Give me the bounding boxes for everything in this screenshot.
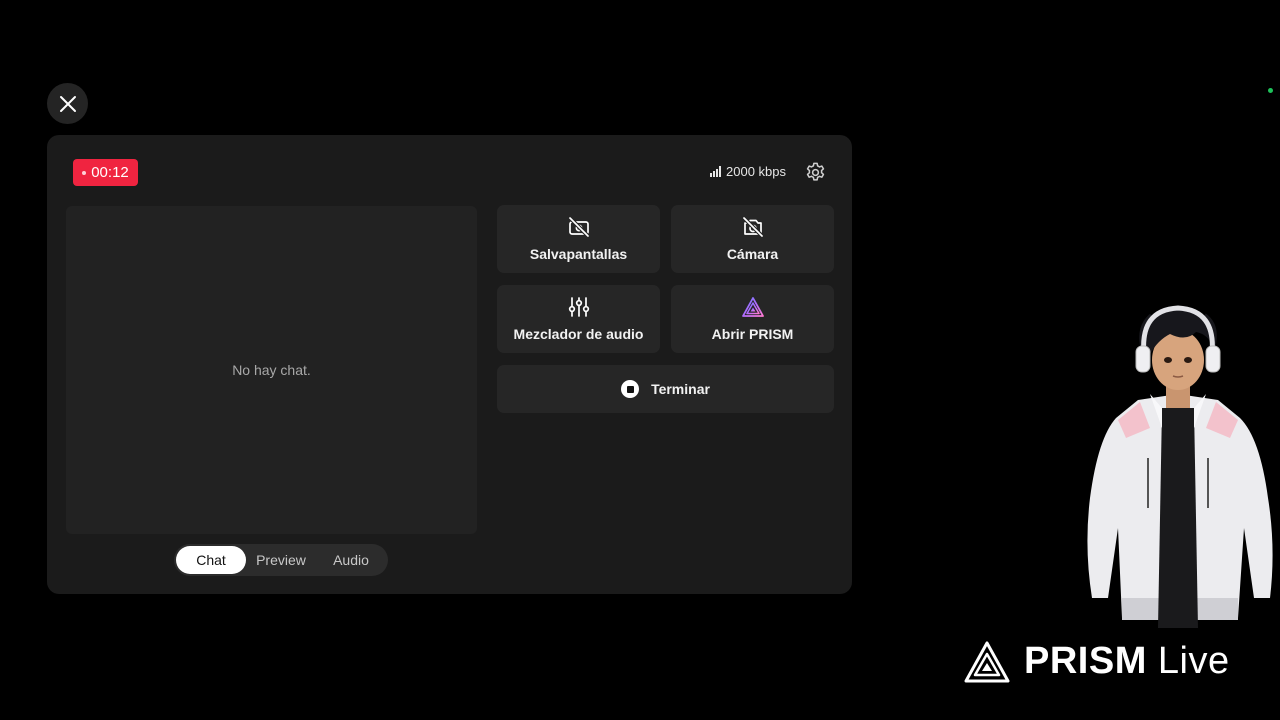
bitrate-indicator: 2000 kbps	[710, 164, 786, 179]
recording-dot-icon	[82, 170, 87, 175]
close-icon	[59, 95, 76, 112]
vtuber-avatar	[1087, 305, 1273, 628]
chat-empty-message: No hay chat.	[232, 362, 311, 378]
settings-button[interactable]	[804, 161, 827, 184]
open-prism-label: Abrir PRISM	[711, 326, 794, 342]
bitrate-value: 2000 kbps	[726, 164, 786, 179]
camera-off-icon	[742, 216, 763, 238]
tab-audio[interactable]: Audio	[316, 546, 386, 574]
screensaver-button[interactable]: Salvapantallas	[497, 205, 660, 273]
gear-icon	[806, 162, 825, 181]
screensaver-label: Salvapantallas	[529, 246, 628, 262]
live-control-panel: 00:12 2000 kbps No hay chat. Chat Previe…	[47, 135, 852, 594]
close-button[interactable]	[47, 83, 88, 124]
stop-icon	[621, 380, 640, 398]
screen: 00:12 2000 kbps No hay chat. Chat Previe…	[0, 0, 1280, 720]
recording-timer: 00:12	[91, 164, 129, 181]
chat-area: No hay chat.	[66, 206, 477, 534]
tab-preview[interactable]: Preview	[246, 546, 316, 574]
camera-label: Cámara	[726, 246, 779, 262]
audio-mixer-label: Mezclador de audio	[513, 326, 644, 342]
watermark-suffix: Live	[1157, 640, 1230, 682]
camera-button[interactable]: Cámara	[671, 205, 834, 273]
prism-logo-icon	[741, 297, 764, 317]
view-tabs: Chat Preview Audio	[174, 544, 388, 576]
tab-chat[interactable]: Chat	[176, 546, 246, 574]
watermark-brand: PRISM	[1024, 640, 1147, 682]
prism-logo-icon	[964, 641, 1010, 682]
end-stream-button[interactable]: Terminar	[497, 365, 834, 413]
recording-timer-badge: 00:12	[73, 159, 138, 186]
sliders-icon	[568, 297, 589, 317]
prism-live-watermark: PRISM Live	[964, 640, 1230, 683]
watermark-text: PRISM Live	[1024, 640, 1230, 683]
audio-mixer-button[interactable]: Mezclador de audio	[497, 285, 660, 353]
signal-icon	[710, 166, 721, 177]
open-prism-button[interactable]: Abrir PRISM	[671, 285, 834, 353]
screensaver-off-icon	[568, 216, 589, 238]
status-indicator-dot	[1268, 88, 1273, 93]
end-stream-label: Terminar	[651, 381, 710, 397]
